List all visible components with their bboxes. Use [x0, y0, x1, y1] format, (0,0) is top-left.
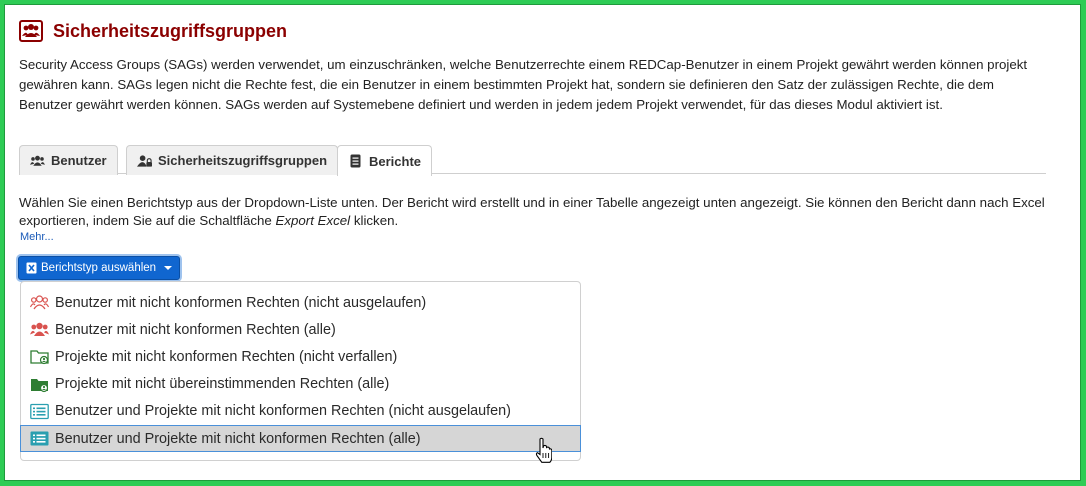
- user-lock-icon: [137, 154, 152, 167]
- tab-sicherheitszugriffsgruppen[interactable]: Sicherheitszugriffsgruppen: [126, 145, 339, 175]
- tab-berichte[interactable]: Berichte: [337, 145, 433, 176]
- users-outline-icon: [30, 295, 49, 310]
- excel-file-icon: [26, 262, 37, 274]
- report-intro: Wählen Sie einen Berichtstyp aus der Dro…: [19, 195, 1045, 228]
- menu-item-users-projects-noncompliant-active[interactable]: Benutzer und Projekte mit nicht konforme…: [21, 398, 580, 425]
- tab-label: Berichte: [369, 153, 422, 169]
- more-link[interactable]: Mehr...: [20, 231, 54, 243]
- export-excel-reference: Export Excel: [275, 213, 351, 228]
- menu-item-projects-mismatch-all[interactable]: Projekte mit nicht übereinstimmenden Rec…: [21, 371, 580, 398]
- users-icon: [30, 155, 45, 166]
- tab-label: Benutzer: [51, 153, 107, 168]
- list-outline-icon: [30, 403, 49, 419]
- list-icon: [30, 431, 49, 446]
- menu-item-label: Benutzer und Projekte mit nicht konforme…: [55, 430, 421, 447]
- page-description: Security Access Groups (SAGs) werden ver…: [19, 57, 1028, 112]
- users-shield-icon: [19, 20, 43, 42]
- menu-item-projects-noncompliant-active[interactable]: Projekte mit nicht konformen Rechten (ni…: [21, 343, 580, 370]
- menu-item-users-noncompliant-all[interactable]: Benutzer mit nicht konformen Rechten (al…: [21, 316, 580, 343]
- menu-item-label: Projekte mit nicht konformen Rechten (ni…: [55, 348, 398, 365]
- menu-item-users-projects-noncompliant-all[interactable]: Benutzer und Projekte mit nicht konforme…: [20, 424, 581, 453]
- folder-user-outline-icon: [30, 350, 49, 365]
- page-title: Sicherheitszugriffsgruppen: [53, 20, 288, 41]
- hand-pointer-cursor-icon: [535, 437, 552, 463]
- menu-item-users-noncompliant-active[interactable]: Benutzer mit nicht konformen Rechten (ni…: [21, 289, 580, 316]
- menu-item-label: Benutzer und Projekte mit nicht konforme…: [55, 403, 511, 420]
- report-type-menu: Benutzer mit nicht konformen Rechten (ni…: [20, 281, 581, 461]
- users-icon: [30, 323, 49, 337]
- menu-item-label: Benutzer mit nicht konformen Rechten (ni…: [55, 294, 427, 311]
- dropdown-label: Berichtstyp auswählen: [41, 262, 157, 274]
- tab-bar: Benutzer Sicherheitszugriffsgruppen Beri…: [19, 143, 1046, 176]
- report-type-dropdown-button[interactable]: Berichtstyp auswählen: [18, 256, 181, 280]
- menu-item-label: Benutzer mit nicht konformen Rechten (al…: [55, 321, 336, 338]
- menu-item-label: Projekte mit nicht übereinstimmenden Rec…: [55, 376, 390, 393]
- tab-benutzer[interactable]: Benutzer: [19, 145, 118, 175]
- chevron-down-icon: [164, 266, 173, 270]
- tab-label: Sicherheitszugriffsgruppen: [158, 153, 328, 168]
- page-header: Sicherheitszugriffsgruppen: [19, 19, 287, 43]
- folder-user-icon: [31, 378, 49, 392]
- document-icon: [350, 154, 361, 168]
- app-frame: Sicherheitszugriffsgruppen Security Acce…: [4, 4, 1081, 481]
